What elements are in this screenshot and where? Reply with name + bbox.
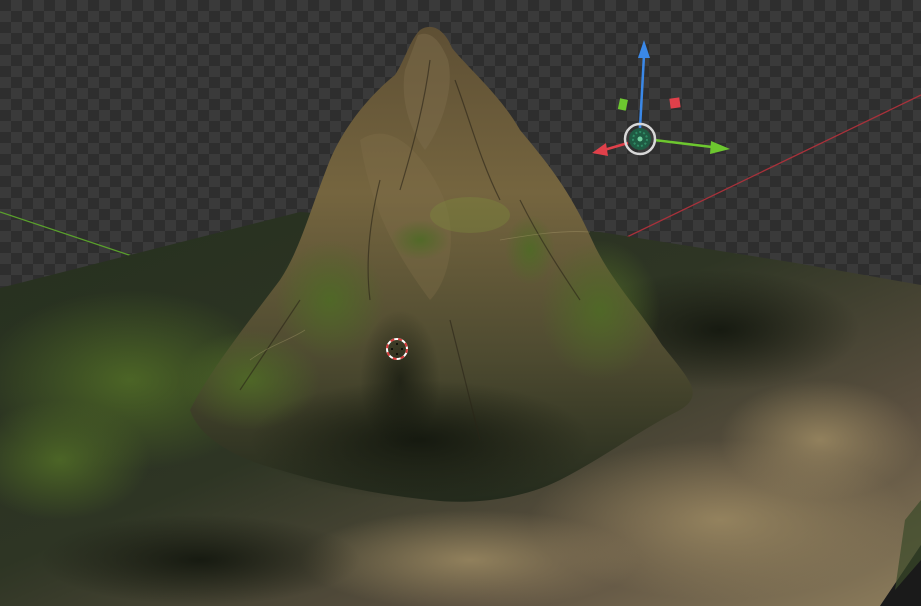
3d-cursor-icon[interactable]: [0, 0, 921, 606]
3d-viewport[interactable]: [0, 0, 921, 606]
